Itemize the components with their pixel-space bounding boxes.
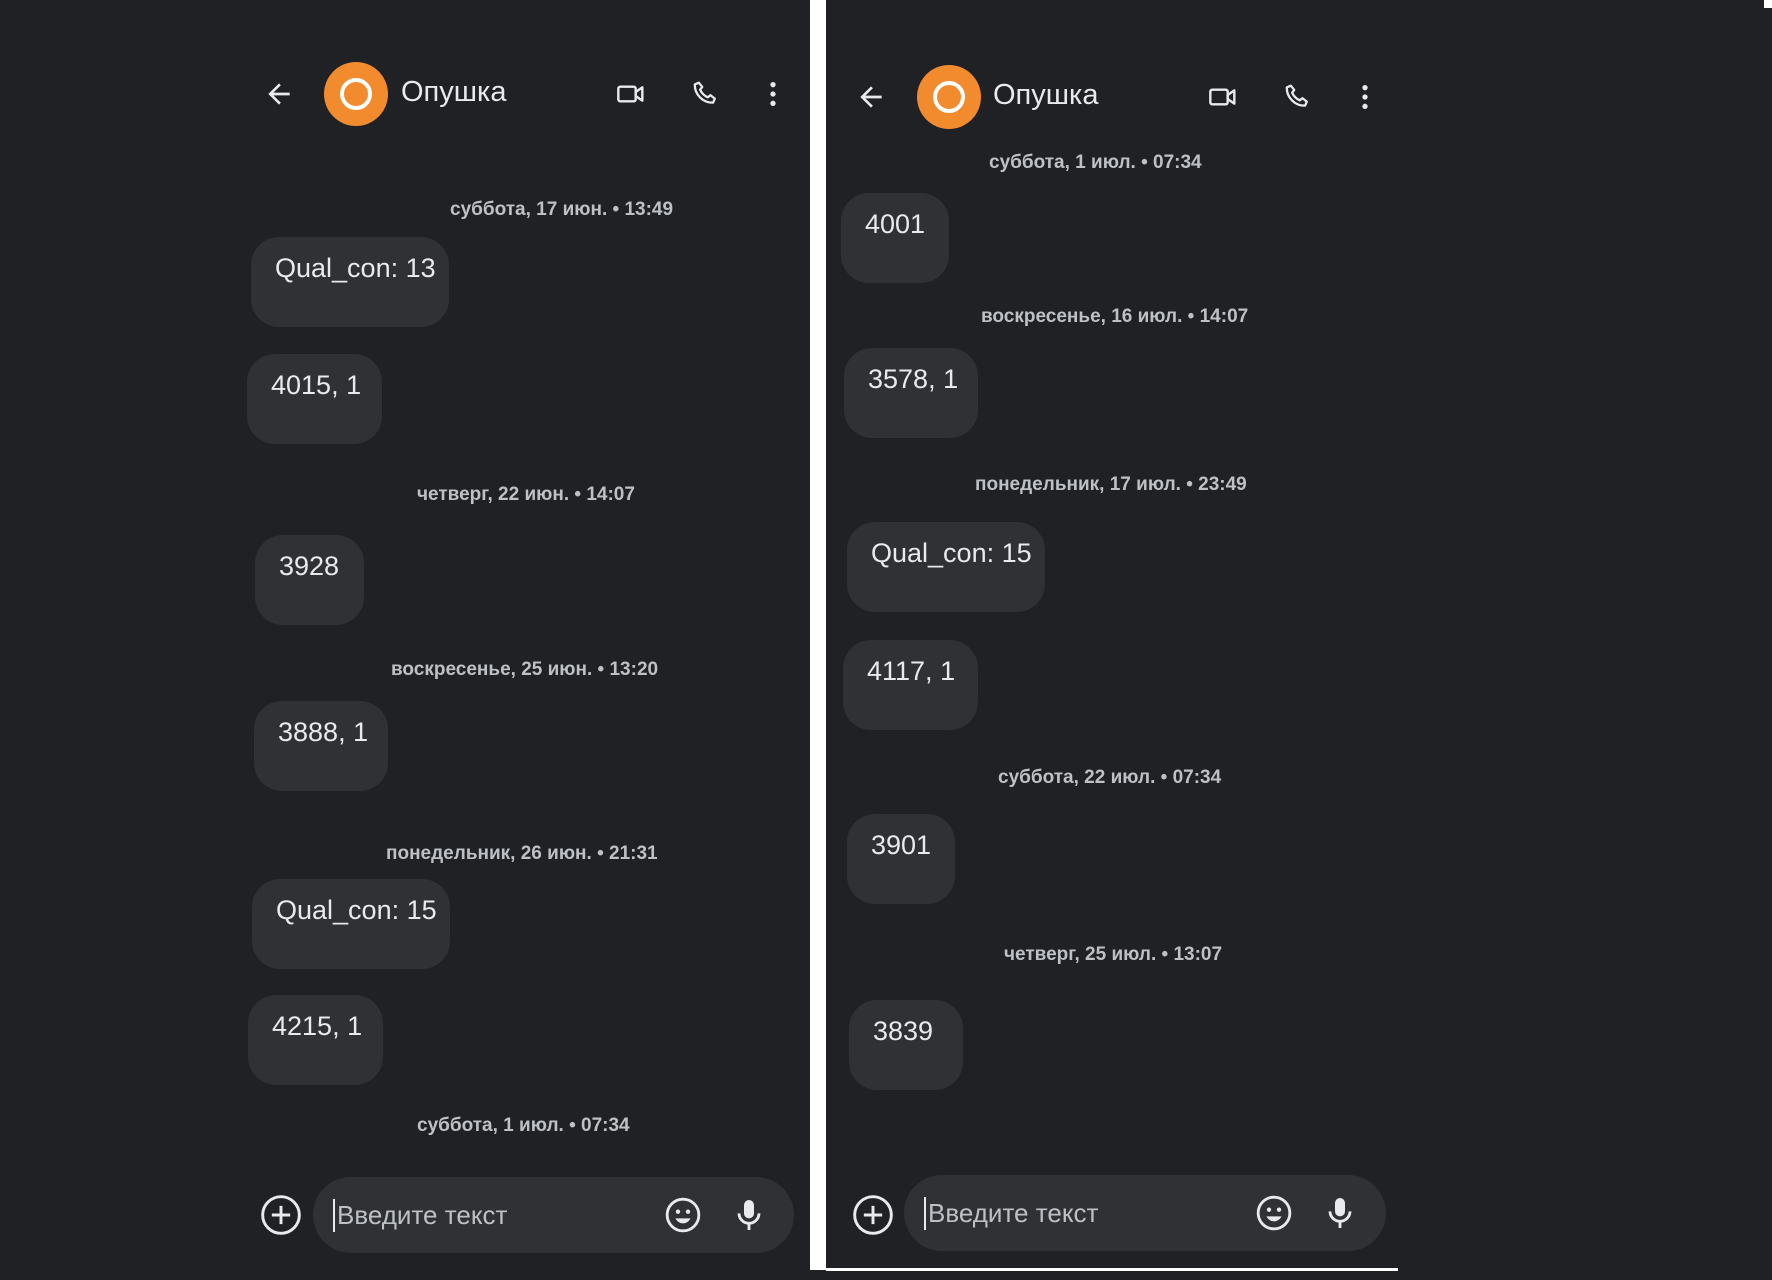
emoji-icon (1256, 1195, 1292, 1231)
back-button[interactable] (257, 72, 301, 116)
timestamp: четверг, 22 июн. • 14:07 (417, 484, 635, 505)
message-bubble[interactable]: 3839 (849, 1000, 963, 1090)
video-call-button[interactable] (609, 72, 653, 116)
arrow-left-icon (268, 83, 290, 105)
timestamp: суббота, 1 июл. • 07:34 (989, 152, 1202, 173)
add-attachment-button[interactable] (259, 1193, 303, 1237)
conversation-header: Опушка (0, 50, 810, 140)
message-composer (313, 1177, 794, 1253)
phone-call-button[interactable] (684, 72, 728, 116)
message-bubble[interactable]: 4015, 1 (247, 354, 382, 444)
timestamp: суббота, 22 июл. • 07:34 (998, 767, 1222, 788)
conversation-header: Опушка (826, 53, 1398, 143)
message-bubble[interactable]: 3578, 1 (844, 348, 978, 438)
message-input[interactable] (924, 1196, 1190, 1230)
timestamp: суббота, 17 июн. • 13:49 (450, 199, 674, 220)
timestamp: воскресенье, 25 июн. • 13:20 (391, 659, 659, 680)
message-bubble[interactable]: 3901 (847, 814, 955, 904)
message-bubble[interactable]: 4001 (841, 193, 949, 283)
contact-avatar[interactable] (917, 65, 981, 129)
phone-icon (1285, 84, 1308, 107)
back-button[interactable] (849, 75, 893, 119)
add-attachment-button[interactable] (851, 1193, 895, 1237)
contact-name[interactable]: Опушка (993, 79, 1098, 112)
message-bubble[interactable]: Qual_con: 15 (847, 522, 1045, 612)
contact-name[interactable]: Опушка (401, 76, 506, 109)
message-bubble[interactable]: Qual_con: 13 (251, 237, 449, 327)
more-options-button[interactable] (751, 72, 795, 116)
message-bubble[interactable]: 4117, 1 (843, 640, 978, 730)
conversation-panel-left: Опушка суббота, 17 июн. • 13:49 Qual_con… (0, 0, 810, 1280)
message-composer (904, 1175, 1386, 1251)
emoji-icon (665, 1197, 701, 1233)
timestamp: понедельник, 26 июн. • 21:31 (386, 843, 658, 864)
message-bubble[interactable]: 3928 (255, 535, 364, 625)
message-input[interactable] (333, 1198, 599, 1232)
voice-input-button[interactable] (729, 1195, 769, 1235)
phone-icon (693, 81, 716, 104)
conversation-panel-right: Опушка суббота, 1 июл. • 07:34 4001 воск… (826, 0, 1398, 1280)
message-bubble[interactable]: Qual_con: 15 (252, 879, 450, 969)
arrow-left-icon (860, 86, 882, 108)
emoji-button[interactable] (1254, 1193, 1294, 1233)
video-call-icon (1209, 88, 1236, 106)
timestamp: четверг, 25 июл. • 13:07 (1004, 944, 1223, 965)
emoji-button[interactable] (663, 1195, 703, 1235)
microphone-icon (737, 1200, 761, 1230)
timestamp: суббота, 1 июл. • 07:34 (417, 1115, 630, 1136)
panel-divider (810, 0, 826, 1270)
voice-input-button[interactable] (1320, 1193, 1360, 1233)
contact-avatar[interactable] (324, 62, 388, 126)
panel-bottom-border (826, 1268, 1398, 1271)
message-bubble[interactable]: 4215, 1 (248, 995, 383, 1085)
add-circle-icon (853, 1195, 893, 1235)
video-call-button[interactable] (1201, 75, 1245, 119)
more-vert-icon (770, 82, 776, 106)
phone-call-button[interactable] (1276, 75, 1320, 119)
timestamp: воскресенье, 16 июл. • 14:07 (981, 306, 1249, 327)
corner-artifact (1764, 0, 1772, 8)
add-circle-icon (261, 1195, 301, 1235)
microphone-icon (1328, 1198, 1352, 1228)
more-options-button[interactable] (1343, 75, 1387, 119)
timestamp: понедельник, 17 июл. • 23:49 (975, 474, 1247, 495)
more-vert-icon (1362, 85, 1368, 109)
message-bubble[interactable]: 3888, 1 (254, 701, 388, 791)
video-call-icon (617, 85, 644, 103)
